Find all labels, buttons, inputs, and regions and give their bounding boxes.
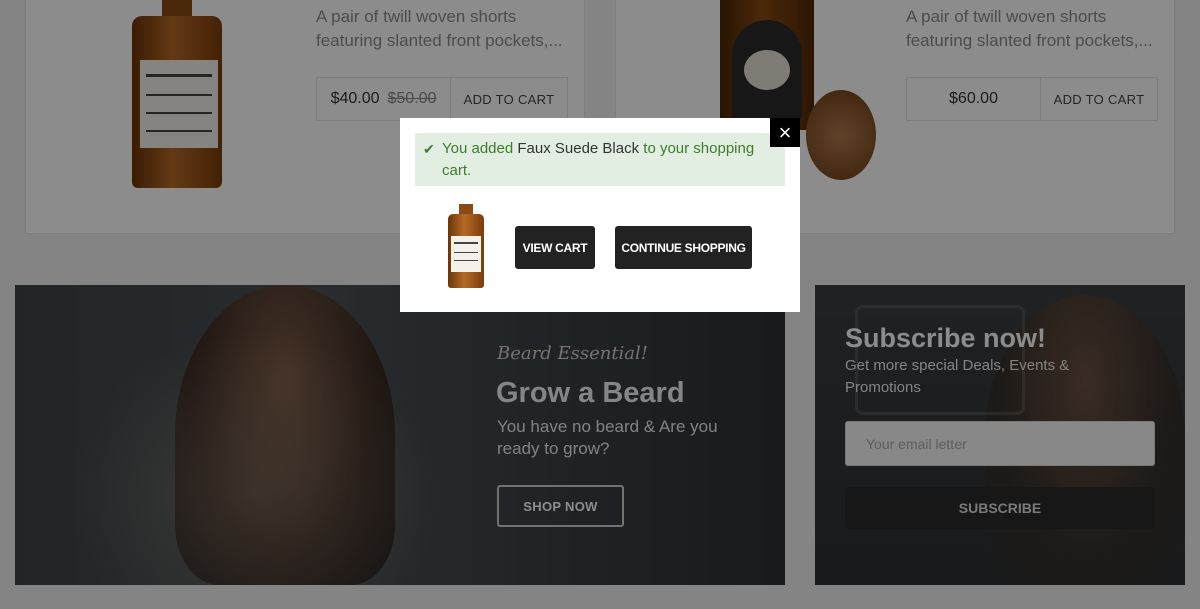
view-cart-button[interactable]: VIEW CART (515, 226, 595, 269)
check-icon: ✔ (423, 141, 435, 157)
added-product-name: Faux Suede Black (517, 140, 640, 157)
success-message: ✔ You added Faux Suede Black to your sho… (415, 133, 785, 186)
continue-shopping-button[interactable]: CONTINUE SHOPPING (615, 226, 752, 269)
close-icon[interactable]: × (770, 118, 800, 147)
added-product-thumbnail (440, 198, 492, 294)
add-to-cart-modal: ✔ You added Faux Suede Black to your sho… (400, 118, 800, 312)
